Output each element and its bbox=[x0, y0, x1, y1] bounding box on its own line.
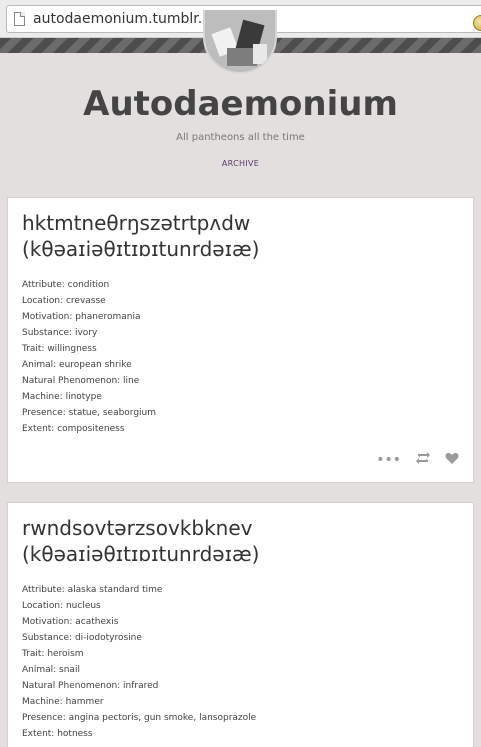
list-item: Location: nucleus bbox=[22, 601, 101, 611]
blog-description: All pantheons all the time bbox=[176, 132, 305, 143]
list-item: Natural Phenomenon: line bbox=[22, 376, 140, 386]
plugin-blocked-icon[interactable]: ✕ bbox=[473, 15, 481, 31]
list-item: Presence: statue, seaborgium bbox=[22, 408, 157, 418]
post-title: rwndsovtərzsovkbknev (kθəaɪiəθɪtɪɒɪtunrd… bbox=[22, 515, 462, 567]
list-item: Trait: willingness bbox=[22, 344, 97, 354]
post-actions: ••• bbox=[376, 451, 459, 468]
list-item: Animal: snail bbox=[22, 665, 80, 675]
list-item: Substance: di-iodotyrosine bbox=[22, 633, 142, 643]
list-item: Machine: linotype bbox=[22, 392, 102, 402]
post-title-line: rwndsovtərzsovkbknev bbox=[22, 516, 253, 540]
list-item: Attribute: alaska standard time bbox=[22, 585, 163, 595]
post-card: hktmtneθrŋszətrtpʌdw (kθəaɪiəθɪtɪɒɪtunrd… bbox=[7, 197, 474, 483]
list-item: Extent: compositeness bbox=[22, 424, 125, 434]
more-icon[interactable]: ••• bbox=[376, 453, 401, 467]
post-card: rwndsovtərzsovkbknev (kθəaɪiəθɪtɪɒɪtunrd… bbox=[7, 502, 474, 747]
list-item: Motivation: phaneromania bbox=[22, 312, 141, 322]
post-title-line: (kθəaɪiəθɪtɪɒɪtunrdəɪæ) bbox=[22, 542, 260, 566]
list-item: Presence: angina pectoris, gun smoke, la… bbox=[22, 713, 257, 723]
attribute-list: Attribute: condition Location: crevasse … bbox=[22, 277, 156, 437]
post-title: hktmtneθrŋszətrtpʌdw (kθəaɪiəθɪtɪɒɪtunrd… bbox=[22, 210, 462, 262]
blog-title[interactable]: Autodaemonium bbox=[0, 84, 481, 124]
list-item: Location: crevasse bbox=[22, 296, 106, 306]
list-item: Machine: hammer bbox=[22, 697, 104, 707]
avatar[interactable] bbox=[203, 10, 277, 74]
list-item: Extent: hotness bbox=[22, 729, 93, 739]
reblog-icon[interactable] bbox=[415, 451, 431, 468]
list-item: Trait: heroism bbox=[22, 649, 84, 659]
archive-link[interactable]: ARCHIVE bbox=[0, 159, 481, 168]
heart-icon[interactable] bbox=[445, 452, 459, 468]
page-icon bbox=[14, 12, 25, 26]
attribute-list: Attribute: alaska standard time Location… bbox=[22, 582, 256, 742]
post-title-line: (kθəaɪiəθɪtɪɒɪtunrdəɪæ) bbox=[22, 237, 260, 261]
list-item: Substance: ivory bbox=[22, 328, 98, 338]
list-item: Motivation: acathexis bbox=[22, 617, 119, 627]
list-item: Attribute: condition bbox=[22, 280, 110, 290]
post-title-line: hktmtneθrŋszətrtpʌdw bbox=[22, 211, 251, 235]
list-item: Animal: european shrike bbox=[22, 360, 132, 370]
list-item: Natural Phenomenon: infrared bbox=[22, 681, 159, 691]
